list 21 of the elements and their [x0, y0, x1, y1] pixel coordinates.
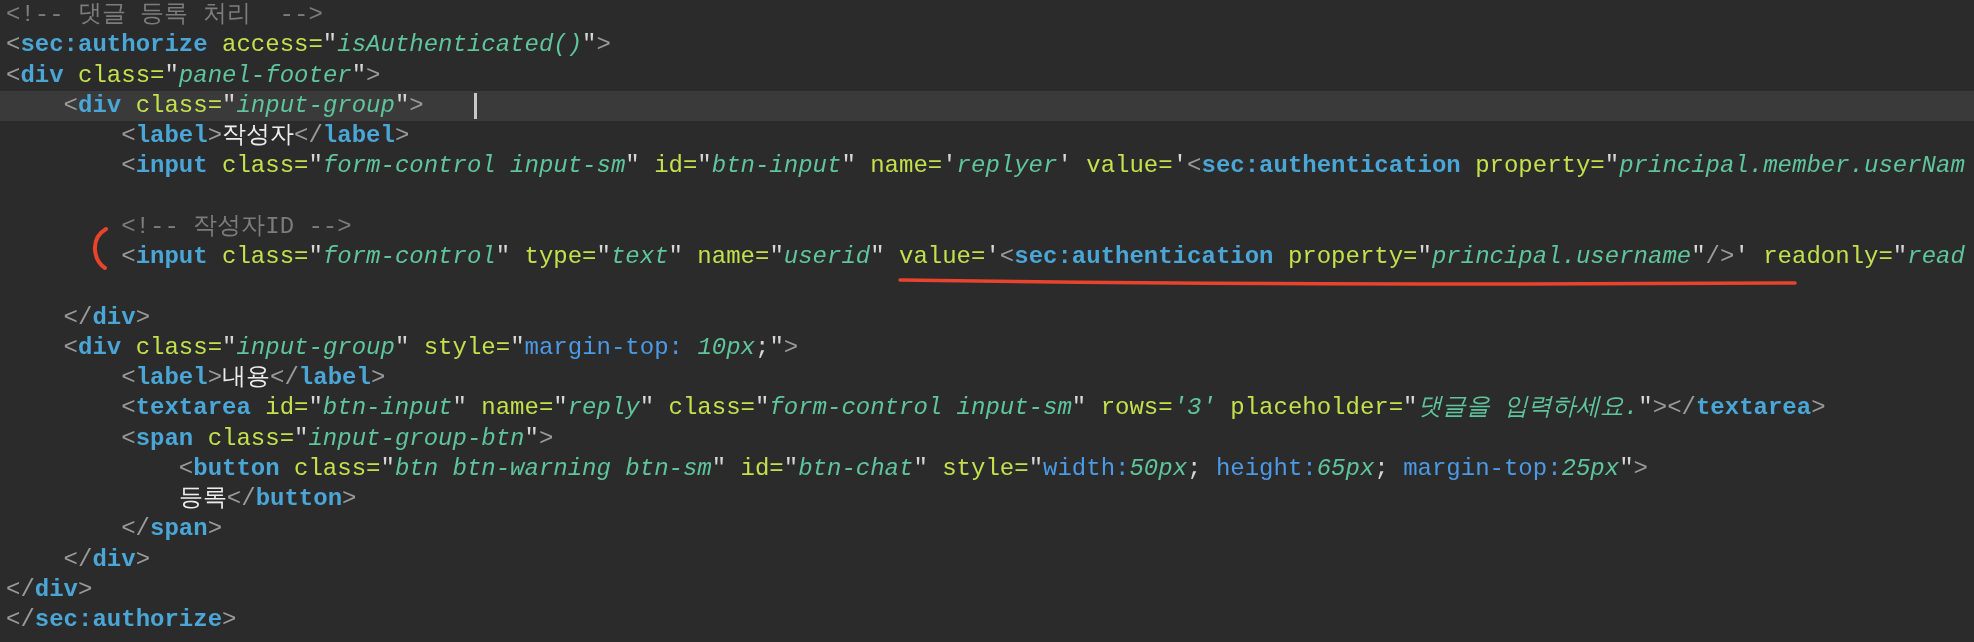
code-line: <!-- 작성자ID --> [121, 211, 352, 242]
code-line: <sec:authorize access="isAuthenticated()"> [6, 30, 611, 61]
code-line: <label>내용</label> [121, 363, 386, 394]
code-line: <label>작성자</label> [121, 121, 410, 152]
code-line: </sec:authorize> [6, 605, 237, 636]
code-line: <!-- 댓글 등록 처리 --> [6, 0, 323, 31]
code-line: <input class="form-control input-sm" id="btn-input" name='replyer' value='<sec:authentication property="principal.member.userNam [121, 151, 1965, 182]
code-line: <div class="input-group"> [63, 90, 424, 121]
code-line: </div> [6, 574, 93, 605]
code-line: <span class="input-group-btn"> [121, 423, 554, 454]
code-line: <input class="form-control" type="text" name="userid" value='<sec:authentication property="principal.username"/>' readonly="read [121, 242, 1965, 273]
code-line: <button class="btn btn-warning btn-sm" id="btn-chat" style="width:50px; height:65px; margin-top:25px"> [178, 453, 1648, 484]
code-line: <div class="panel-footer"> [6, 60, 381, 91]
annotation-bracket [92, 227, 108, 270]
code-line: 등록</button> [178, 484, 357, 515]
code-line: </div> [63, 302, 151, 333]
text-cursor [473, 92, 477, 119]
code-line: <div class="input-group" style="margin-top: 10px;"> [63, 332, 799, 363]
code-line: </span> [121, 514, 223, 545]
code-line: </div> [63, 544, 151, 575]
code-line: <textarea id="btn-input" name="reply" class="form-control input-sm" rows='3' placeholder="댓글을 입력하세요."></textarea> [121, 393, 1826, 424]
